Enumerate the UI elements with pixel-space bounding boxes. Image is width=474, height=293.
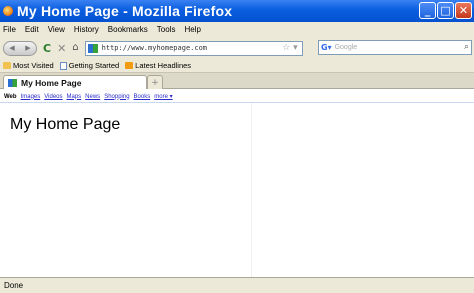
menu-edit[interactable]: Edit <box>25 25 39 34</box>
gbar-news[interactable]: News <box>85 94 100 100</box>
google-bar: Web Images Videos Maps News Shopping Boo… <box>4 93 177 101</box>
tab-strip: My Home Page + <box>0 73 474 89</box>
google-bar-divider <box>0 102 474 103</box>
bookmark-star-icon[interactable]: ☆ ▾ <box>282 43 297 53</box>
menu-bookmarks[interactable]: Bookmarks <box>108 25 148 34</box>
rss-feed-icon <box>125 62 134 69</box>
page-icon <box>59 61 67 70</box>
window-title: My Home Page - Mozilla Firefox <box>17 3 233 19</box>
window-controls: _ □ ✕ <box>419 2 472 19</box>
url-text[interactable]: http://www.myhomepage.com <box>102 44 207 52</box>
bookmark-label: Getting Started <box>68 61 120 70</box>
menu-file[interactable]: File <box>3 25 16 34</box>
navigation-toolbar: ◀ ▶ C ✕ ⌂ http://www.myhomepage.com ☆ ▾ … <box>0 37 474 59</box>
search-icon[interactable]: ⌕ <box>464 42 469 52</box>
gbar-videos[interactable]: Videos <box>44 94 62 100</box>
gbar-books[interactable]: Books <box>134 94 151 100</box>
plus-icon: + <box>151 77 159 88</box>
tab-favicon <box>8 78 17 87</box>
site-favicon <box>87 43 98 53</box>
column-divider <box>251 103 252 277</box>
new-tab-button[interactable]: + <box>147 75 163 89</box>
gbar-web[interactable]: Web <box>4 94 17 100</box>
minimize-button[interactable]: _ <box>419 2 436 19</box>
gbar-more[interactable]: more ▾ <box>154 93 172 100</box>
menu-view[interactable]: View <box>48 25 65 34</box>
forward-icon[interactable]: ▶ <box>25 44 30 52</box>
bookmark-label: Most Visited <box>13 61 54 70</box>
folder-icon <box>3 62 11 69</box>
bookmarks-toolbar: Most Visited Getting Started Latest Head… <box>0 59 474 73</box>
status-text: Done <box>4 281 24 290</box>
bookmark-most-visited[interactable]: Most Visited <box>3 61 54 70</box>
page-heading: My Home Page <box>10 116 121 133</box>
firefox-icon <box>3 6 13 16</box>
home-icon[interactable]: ⌂ <box>72 43 78 53</box>
url-bar[interactable]: http://www.myhomepage.com ☆ ▾ <box>84 40 303 56</box>
tab-label: My Home Page <box>21 77 82 88</box>
status-bar: Done <box>0 277 474 293</box>
back-forward-buttons[interactable]: ◀ ▶ <box>3 40 37 56</box>
bookmark-label: Latest Headlines <box>135 61 192 70</box>
reload-icon[interactable]: C <box>43 43 51 54</box>
tab-my-home-page[interactable]: My Home Page <box>3 75 147 89</box>
gbar-maps[interactable]: Maps <box>67 94 82 100</box>
menu-tools[interactable]: Tools <box>157 25 176 34</box>
search-box[interactable]: G▾ Google ⌕ <box>318 40 472 55</box>
maximize-button[interactable]: □ <box>437 2 454 19</box>
stop-icon[interactable]: ✕ <box>57 43 66 54</box>
page-content: Web Images Videos Maps News Shopping Boo… <box>0 89 474 277</box>
menu-bar: File Edit View History Bookmarks Tools H… <box>0 22 474 37</box>
google-search-icon[interactable]: G▾ <box>321 43 332 52</box>
search-placeholder[interactable]: Google <box>335 44 358 51</box>
gbar-shopping[interactable]: Shopping <box>104 94 129 100</box>
bookmark-getting-started[interactable]: Getting Started <box>59 61 120 70</box>
menu-help[interactable]: Help <box>184 25 200 34</box>
menu-history[interactable]: History <box>74 25 99 34</box>
close-button[interactable]: ✕ <box>455 2 472 19</box>
bookmark-latest-headlines[interactable]: Latest Headlines <box>125 61 191 70</box>
title-bar: My Home Page - Mozilla Firefox _ □ ✕ <box>0 0 474 22</box>
gbar-images[interactable]: Images <box>21 94 41 100</box>
back-icon[interactable]: ◀ <box>9 44 14 52</box>
